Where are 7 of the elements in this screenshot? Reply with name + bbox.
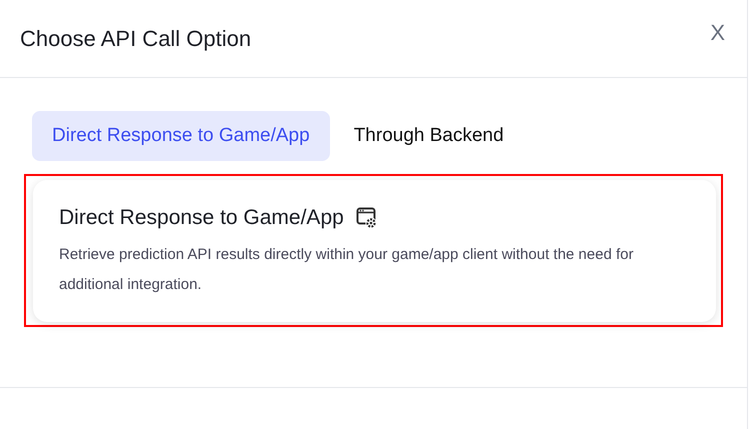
card-description: Retrieve prediction API results directly within your game/app client without the need for additional integration. [59, 245, 634, 295]
dialog-title: Choose API Call Option [20, 26, 252, 52]
tab[interactable]: Through Backend [334, 111, 524, 161]
tab[interactable]: Direct Response to Game/App [32, 111, 330, 161]
card-title: Direct Response to Game/App [59, 206, 344, 230]
close-button[interactable]: X [708, 18, 727, 48]
window-gear-icon [356, 207, 378, 229]
